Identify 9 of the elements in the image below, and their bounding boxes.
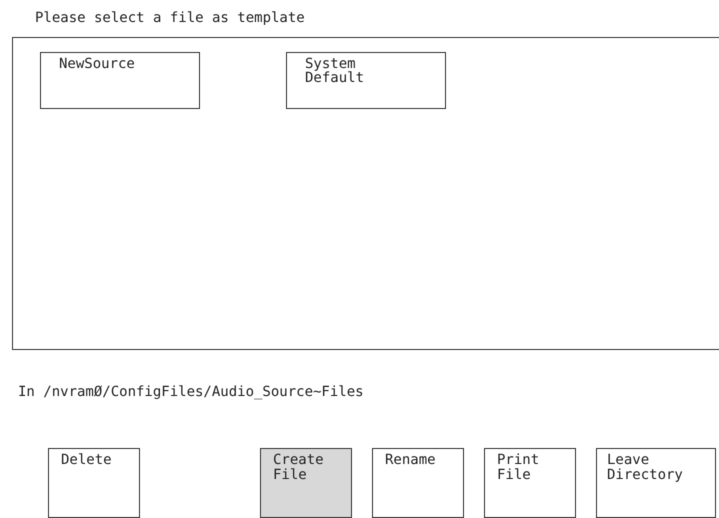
directory-path: In /nvramØ/ConfigFiles/Audio_Source~Files bbox=[18, 383, 365, 402]
action-button[interactable]: Create File bbox=[260, 448, 352, 518]
action-button[interactable]: Delete bbox=[48, 448, 140, 518]
prompt-text: Please select a file as template bbox=[35, 9, 306, 28]
action-button[interactable]: Print File bbox=[484, 448, 576, 518]
file-item[interactable]: NewSource bbox=[40, 52, 200, 109]
action-button[interactable]: Leave Directory bbox=[596, 448, 716, 518]
action-button[interactable]: Rename bbox=[372, 448, 464, 518]
file-item[interactable]: System Default bbox=[286, 52, 446, 109]
